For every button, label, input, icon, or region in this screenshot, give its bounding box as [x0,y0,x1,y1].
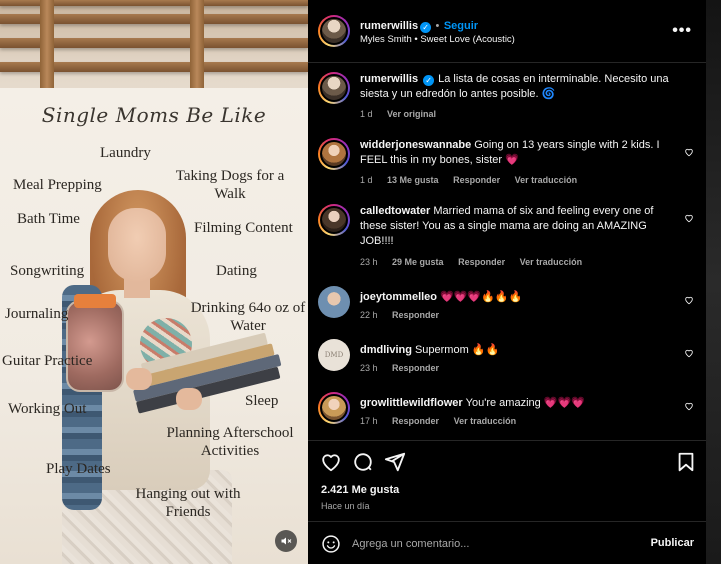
separator-dot: • [435,20,440,32]
poster-word: Bath Time [17,211,80,227]
page-backdrop [706,0,721,564]
comment-meta: 22 h Responder [360,310,451,320]
commenter-avatar[interactable] [318,138,350,170]
publish-button[interactable]: Publicar [651,537,694,549]
comments-panel: rumerwillis ✓ • Seguir Myles Smith • Swee… [308,0,706,564]
poster-title: Single Moms Be Like [41,103,267,127]
post-timestamp: Hace un día [321,501,370,511]
comment-username[interactable]: dmdliving [360,344,412,356]
jar-lid [74,294,116,308]
caption-username[interactable]: rumerwillis [360,73,418,85]
comment-input[interactable] [352,534,622,554]
comment-text: growlittlewildflower You're amazing 💗💗💗 [360,396,670,411]
like-comment-heart-icon[interactable] [684,348,694,358]
person-face [108,208,166,282]
comment-likes[interactable]: 29 Me gusta [392,257,444,267]
comment-meta: 1 d 13 Me gusta Responder Ver traducción [360,175,589,185]
poster-word: Play Dates [46,461,111,477]
comment-meta: 23 h 29 Me gusta Responder Ver traducció… [360,257,594,267]
author-line: rumerwillis ✓ • Seguir [360,16,478,34]
speaker-muted-icon [281,537,292,545]
poster-word: Taking Dogs for a Walk [175,168,285,202]
commenter-avatar[interactable]: DMD [318,339,350,371]
commenter-avatar[interactable] [318,204,350,236]
caption-meta: 1 d Ver original [360,109,448,119]
translate-link[interactable]: Ver traducción [520,257,583,267]
more-options-button[interactable]: ••• [672,22,692,40]
add-comment-bar: Publicar [308,521,706,564]
comment-body: You're amazing 💗💗💗 [465,397,585,409]
reply-button[interactable]: Responder [453,175,500,185]
comment-time: 22 h [360,310,378,320]
caption-time: 1 d [360,109,373,119]
comment-username[interactable]: growlittlewildflower [360,397,463,409]
translate-link[interactable]: Ver traducción [454,416,517,426]
comment-text: widderjoneswannabe Going on 13 years sing… [360,138,670,168]
poster-word: Sleep [245,393,279,409]
ceiling-beam [40,0,54,95]
poster-word: Meal Prepping [13,177,102,193]
poster-word: Hanging out with Friends [135,486,241,520]
comment-text: joeytommelleo 💗💗💗🔥🔥🔥 [360,290,670,305]
caption-text: rumerwillis ✓ La lista de cosas en intermi… [360,72,670,102]
post-media[interactable]: Single Moms Be Like Laundry Meal Preppin… [0,0,308,564]
commenter-avatar[interactable] [318,286,350,318]
comment-time: 23 h [360,257,378,267]
verified-icon: ✓ [420,22,432,33]
author-username[interactable]: rumerwillis [360,20,418,32]
comment-body: 💗💗💗🔥🔥🔥 [440,291,523,303]
emoji-icon[interactable] [321,534,341,554]
person-hand [126,368,152,390]
heart-icon[interactable] [320,451,342,473]
like-comment-heart-icon[interactable] [684,147,694,157]
avatar-monogram: DMD [324,351,344,359]
like-comment-heart-icon[interactable] [684,295,694,305]
author-avatar[interactable] [318,15,350,47]
comment-username[interactable]: joeytommelleo [360,291,437,303]
follow-button[interactable]: Seguir [444,20,478,32]
see-original-link[interactable]: Ver original [387,109,436,119]
like-count[interactable]: 2.421 Me gusta [321,484,399,496]
mute-button[interactable] [275,530,297,552]
poster-word: Working Out [8,401,87,417]
person-hand [176,388,202,410]
poster-word: Guitar Practice [2,353,93,369]
comment-meta: 23 h Responder [360,363,451,373]
comment-body: Supermom 🔥🔥 [414,344,500,356]
like-comment-heart-icon[interactable] [684,401,694,411]
comment-meta: 17 h Responder Ver traducción [360,416,528,426]
comment-time: 23 h [360,363,378,373]
poster-word: Filming Content [194,220,293,236]
poster-word: Planning Afterschool Activities [166,425,294,459]
jar-of-snacks [66,300,124,392]
comment-time: 1 d [360,175,373,185]
poster-word: Songwriting [10,263,85,279]
reply-button[interactable]: Responder [392,416,439,426]
comment-text: calledtowater Married mama of six and fee… [360,204,670,249]
post-header: rumerwillis ✓ • Seguir Myles Smith • Swee… [308,0,706,63]
poster-word: Dating [216,263,257,279]
author-avatar[interactable] [318,72,350,104]
comment-text: dmdliving Supermom 🔥🔥 [360,343,670,358]
comment-icon[interactable] [352,451,374,473]
poster-word: Journaling [5,306,69,322]
comment-likes[interactable]: 13 Me gusta [387,175,439,185]
share-icon[interactable] [384,451,406,473]
translate-link[interactable]: Ver traducción [515,175,578,185]
reply-button[interactable]: Responder [392,363,439,373]
comment-username[interactable]: widderjoneswannabe [360,139,471,151]
commenter-avatar[interactable] [318,392,350,424]
reply-button[interactable]: Responder [392,310,439,320]
verified-icon: ✓ [423,75,435,86]
comment-time: 17 h [360,416,378,426]
like-comment-heart-icon[interactable] [684,213,694,223]
poster-word: Laundry [100,145,151,161]
bookmark-icon[interactable] [675,451,697,473]
ceiling-beam [190,0,204,95]
audio-track[interactable]: Myles Smith • Sweet Love (Acoustic) [360,34,515,45]
reply-button[interactable]: Responder [458,257,505,267]
comment-username[interactable]: calledtowater [360,205,430,217]
poster-word: Drinking 64o oz of Water [190,300,306,334]
